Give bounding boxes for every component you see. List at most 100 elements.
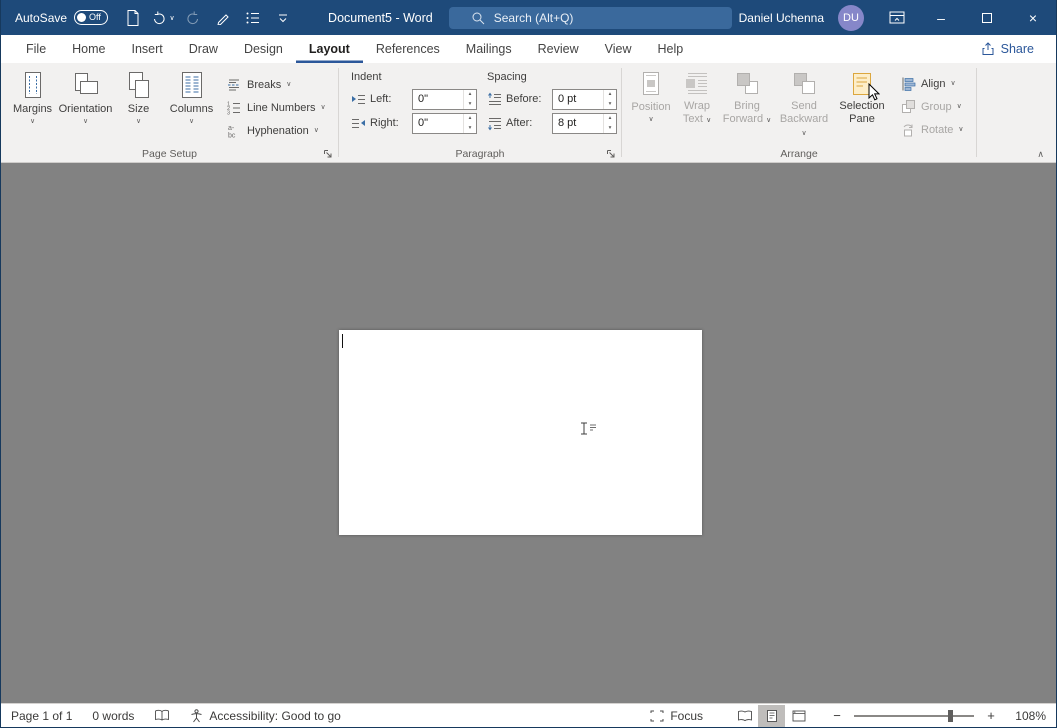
margins-button[interactable]: Margins ∨ — [6, 66, 59, 142]
word-count[interactable]: 0 words — [82, 704, 144, 727]
paragraph-dialog-launcher[interactable] — [606, 148, 616, 158]
tab-review[interactable]: Review — [525, 35, 592, 63]
read-mode-button[interactable] — [731, 705, 758, 727]
tab-layout[interactable]: Layout — [296, 35, 363, 63]
customize-quick-access-button[interactable] — [271, 5, 295, 31]
zoom-in-button[interactable]: + — [980, 708, 1002, 723]
close-button[interactable]: × — [1010, 0, 1056, 35]
redo-icon — [185, 10, 201, 26]
maximize-button[interactable] — [964, 0, 1010, 35]
columns-button[interactable]: Columns ∨ — [165, 66, 218, 142]
save-button[interactable] — [121, 5, 145, 31]
spin-down-icon[interactable]: ▾ — [604, 99, 616, 109]
zoom-slider[interactable] — [854, 715, 974, 717]
tab-design[interactable]: Design — [231, 35, 296, 63]
position-icon — [637, 70, 665, 98]
tab-insert[interactable]: Insert — [119, 35, 176, 63]
spacing-after-spinner[interactable]: 8 pt ▴ ▾ — [552, 113, 617, 134]
web-layout-button[interactable] — [785, 705, 812, 727]
margins-icon — [18, 70, 48, 100]
user-name[interactable]: Daniel Uchenna — [739, 11, 824, 25]
tab-draw[interactable]: Draw — [176, 35, 231, 63]
tab-view[interactable]: View — [592, 35, 645, 63]
rotate-icon — [900, 122, 916, 138]
autosave-switch[interactable]: Off — [74, 10, 108, 25]
chevron-down-icon: ∨ — [950, 80, 955, 88]
tab-mailings[interactable]: Mailings — [453, 35, 525, 63]
indent-right-spinner[interactable]: 0" ▴ ▾ — [412, 113, 477, 134]
zoom-level[interactable]: 108% — [1006, 709, 1046, 723]
tab-help[interactable]: Help — [645, 35, 697, 63]
web-layout-icon — [792, 710, 806, 722]
tab-file[interactable]: File — [13, 35, 59, 63]
spin-up-icon[interactable]: ▴ — [604, 90, 616, 100]
chevron-down-icon: ∨ — [957, 103, 962, 111]
spin-up-icon[interactable]: ▴ — [464, 90, 476, 100]
word-window: AutoSave Off ∨ — [0, 0, 1057, 728]
spacing-after-label: After: — [506, 117, 548, 129]
spin-up-icon[interactable]: ▴ — [464, 114, 476, 124]
collapse-ribbon-button[interactable]: ∧ — [1037, 149, 1044, 160]
line-numbers-button[interactable]: 123 Line Numbers ∨ — [222, 96, 330, 119]
zoom-out-button[interactable]: − — [826, 708, 848, 723]
ibeam-pointer-icon — [579, 421, 599, 440]
indent-heading: Indent — [351, 71, 477, 83]
autosave-state: Off — [89, 13, 101, 22]
minimize-icon: – — [937, 10, 945, 26]
size-button[interactable]: Size ∨ — [112, 66, 165, 142]
bring-forward-icon — [733, 70, 761, 98]
search-box[interactable]: Search (Alt+Q) — [449, 7, 732, 29]
undo-button[interactable]: ∨ — [151, 5, 175, 31]
share-label: Share — [1001, 42, 1034, 56]
proofing-book-icon — [154, 709, 170, 722]
minimize-button[interactable]: – — [918, 0, 964, 35]
spacing-before-spinner[interactable]: 0 pt ▴ ▾ — [552, 89, 617, 110]
breaks-button[interactable]: Breaks ∨ — [222, 73, 330, 96]
group-separator — [976, 68, 977, 157]
document-page[interactable] — [339, 330, 702, 535]
zoom-slider-thumb[interactable] — [948, 710, 953, 722]
hyphenation-button[interactable]: a-bc Hyphenation ∨ — [222, 119, 330, 142]
undo-icon — [151, 10, 167, 26]
chevron-down-icon: ∨ — [648, 116, 653, 124]
list-button[interactable] — [241, 5, 265, 31]
page-setup-dialog-launcher[interactable] — [323, 148, 333, 158]
spin-down-icon[interactable]: ▾ — [464, 99, 476, 109]
ribbon-tab-row: File Home Insert Draw Design Layout Refe… — [1, 35, 1056, 63]
focus-icon — [650, 710, 664, 722]
spacing-before-value[interactable]: 0 pt — [553, 90, 603, 109]
avatar[interactable]: DU — [838, 5, 864, 31]
draw-pen-button[interactable] — [211, 5, 235, 31]
tab-home[interactable]: Home — [59, 35, 118, 63]
window-controls: – × — [918, 0, 1056, 35]
accessibility-status[interactable]: Accessibility: Good to go — [180, 704, 350, 727]
spacing-after-icon — [487, 116, 502, 131]
page-indicator[interactable]: Page 1 of 1 — [11, 704, 82, 727]
avatar-initials: DU — [843, 12, 859, 24]
focus-mode-button[interactable]: Focus — [640, 709, 713, 723]
spin-down-icon[interactable]: ▾ — [464, 123, 476, 133]
group-button: Group ∨ — [896, 95, 968, 118]
autosave-toggle[interactable]: AutoSave Off — [15, 10, 108, 25]
spin-down-icon[interactable]: ▾ — [604, 123, 616, 133]
tab-references[interactable]: References — [363, 35, 453, 63]
proofing-status[interactable] — [144, 704, 180, 727]
share-button[interactable]: Share — [973, 35, 1042, 63]
chevron-down-icon: ∨ — [958, 126, 963, 134]
selection-pane-button[interactable]: Selection Pane — [834, 66, 890, 141]
align-button[interactable]: Align ∨ — [896, 72, 968, 95]
document-area — [1, 163, 1056, 703]
statusbar: Page 1 of 1 0 words Accessibility: Good … — [1, 703, 1056, 727]
document-title: Document5 - Word — [328, 11, 433, 25]
orientation-button[interactable]: Orientation ∨ — [59, 66, 112, 142]
indent-left-spinner[interactable]: 0" ▴ ▾ — [412, 89, 477, 110]
print-layout-button[interactable] — [758, 705, 785, 727]
spin-up-icon[interactable]: ▴ — [604, 114, 616, 124]
chevron-down-icon: ∨ — [801, 130, 806, 137]
spacing-after-value[interactable]: 8 pt — [553, 114, 603, 133]
chevron-down-icon: ∨ — [189, 118, 194, 126]
ribbon-display-options-button[interactable] — [882, 5, 912, 31]
chevron-down-icon: ∨ — [136, 118, 141, 126]
indent-right-value[interactable]: 0" — [413, 114, 463, 133]
indent-left-value[interactable]: 0" — [413, 90, 463, 109]
